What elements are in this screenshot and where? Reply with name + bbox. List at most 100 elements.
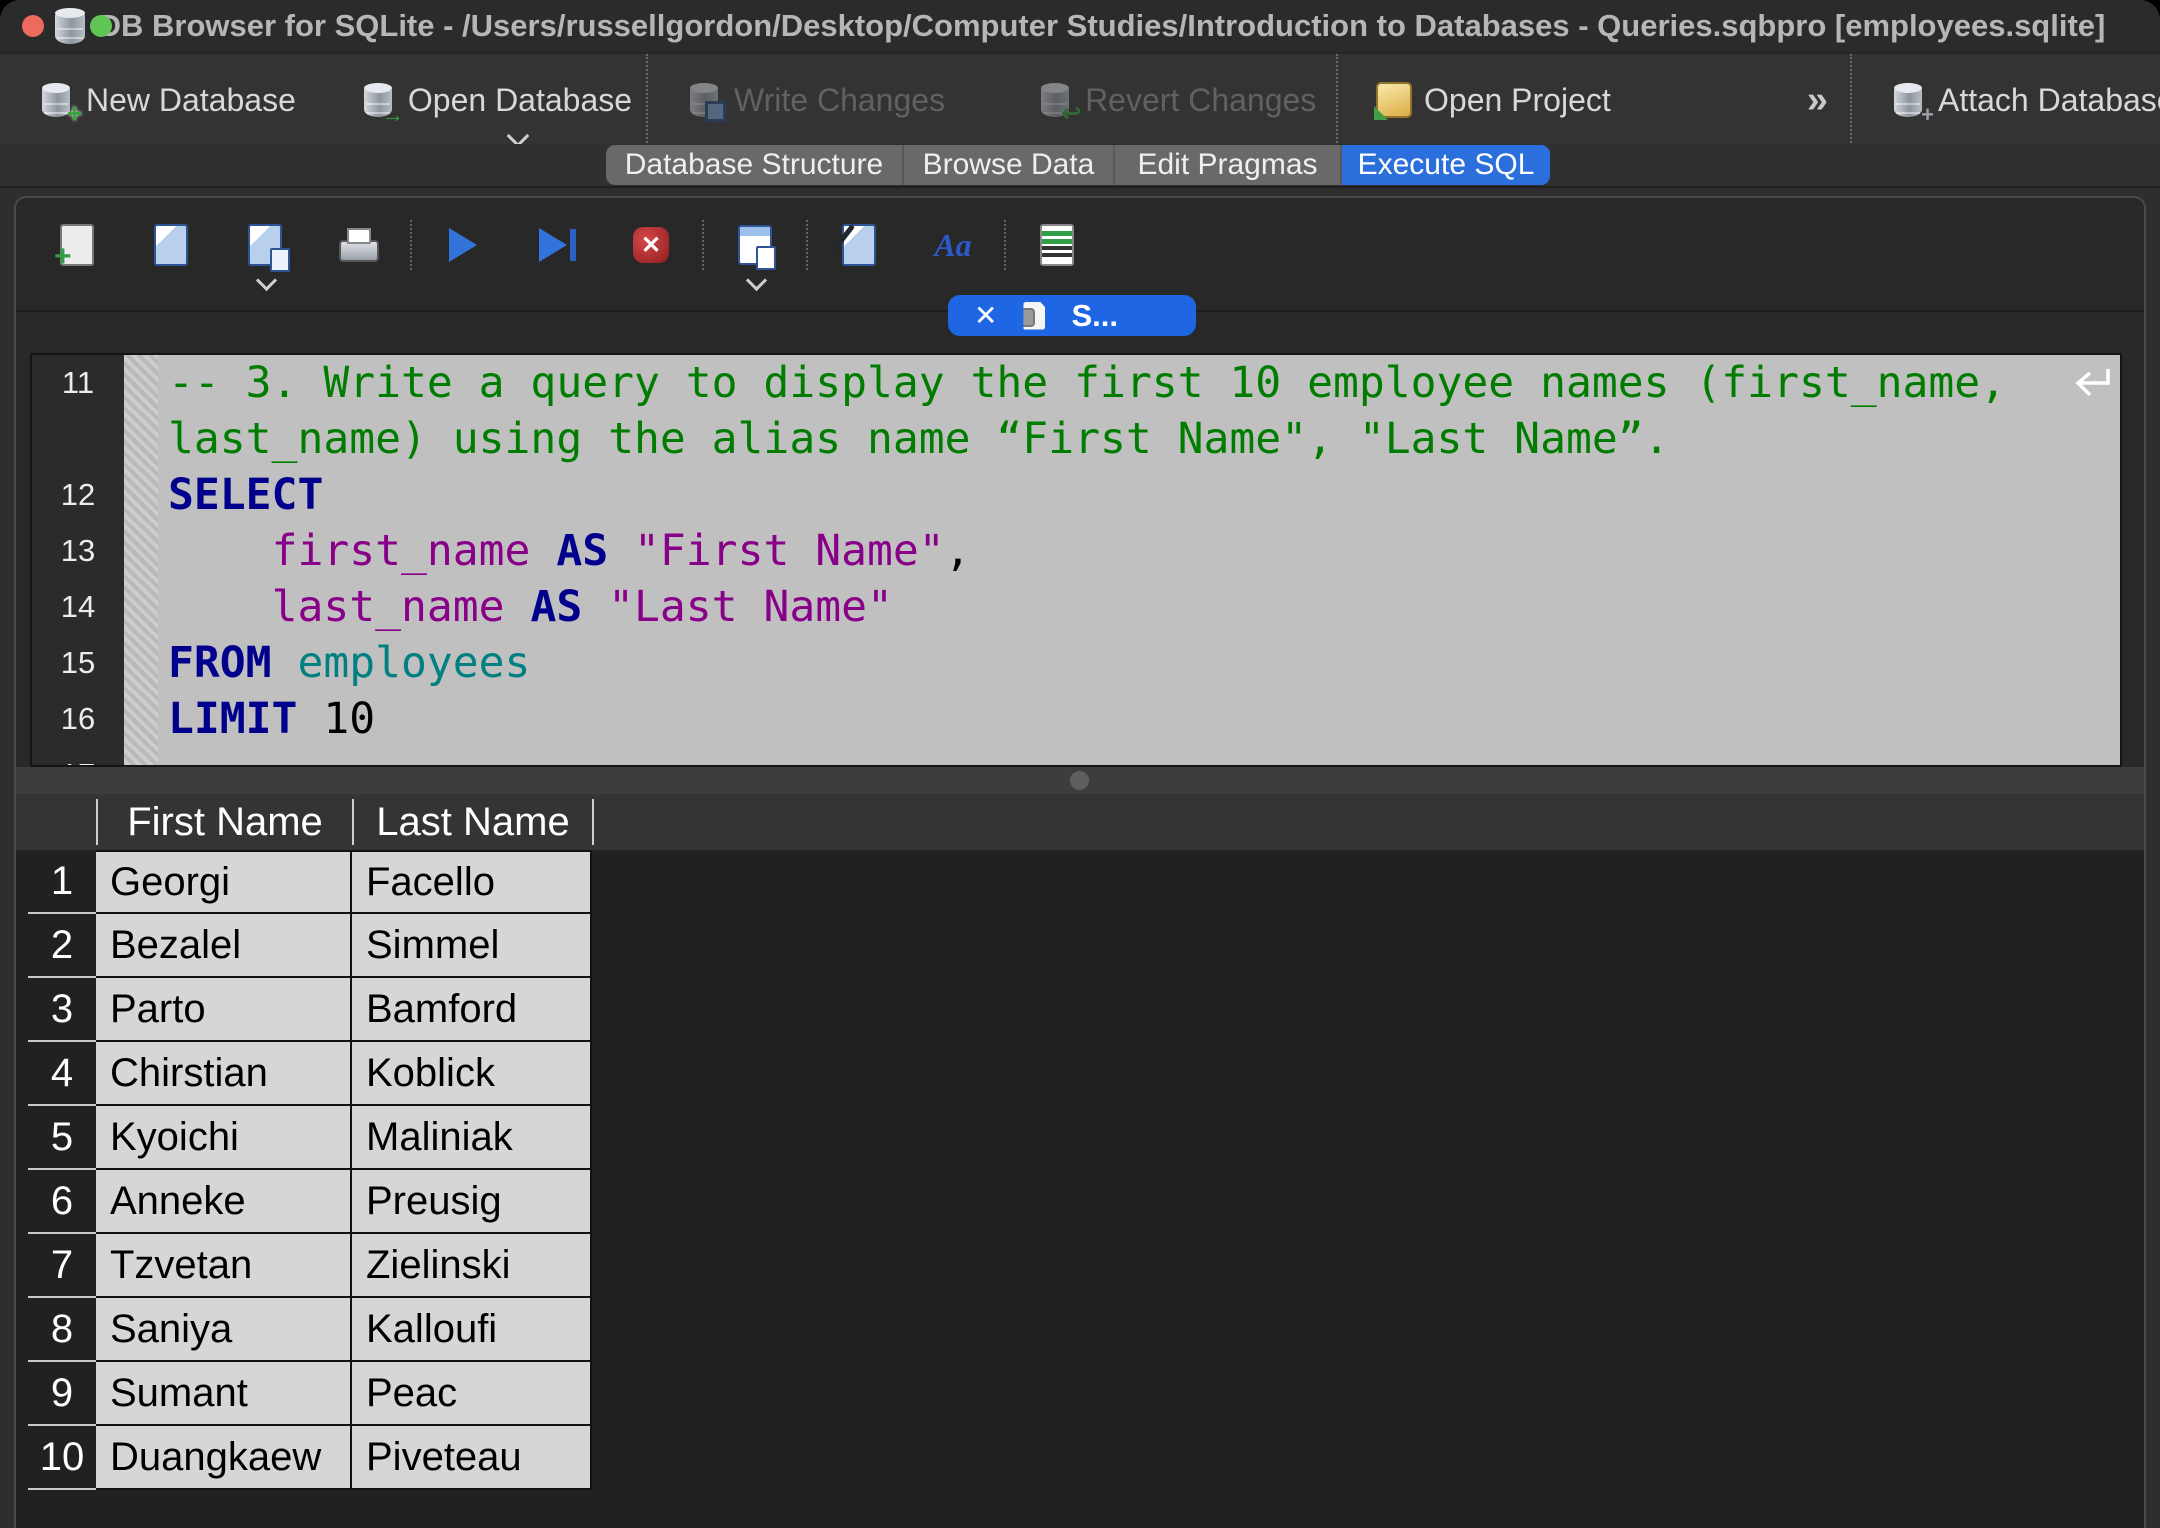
code-text[interactable]: FROM employees (158, 635, 2120, 691)
dropdown-chevron-icon[interactable] (256, 270, 277, 291)
code-token (168, 526, 272, 576)
open-project-button[interactable]: Open Project (1376, 80, 1611, 120)
tab-execute-sql[interactable]: Execute SQL (1342, 145, 1550, 185)
code-token (530, 526, 556, 576)
row-number[interactable]: 3 (28, 978, 96, 1042)
font-format-icon[interactable]: Aa (930, 220, 976, 270)
row-number[interactable]: 4 (28, 1042, 96, 1106)
cell[interactable]: Koblick (352, 1042, 592, 1106)
table-row: 3PartoBamford (28, 978, 592, 1042)
cell[interactable]: Peac (352, 1362, 592, 1426)
code-text[interactable] (158, 747, 2120, 767)
code-text[interactable]: last_name) using the alias name “First N… (158, 411, 2120, 467)
row-number[interactable]: 5 (28, 1106, 96, 1170)
row-number[interactable]: 9 (28, 1362, 96, 1426)
zoom-window-button[interactable] (90, 15, 112, 37)
row-number[interactable]: 8 (28, 1298, 96, 1362)
line-number: 16 (32, 691, 124, 747)
code-line[interactable]: 12 SELECT (32, 467, 2120, 523)
code-line[interactable]: 13 first_name AS "First Name", (32, 523, 2120, 579)
tab-browse-data[interactable]: Browse Data (904, 145, 1115, 185)
cell[interactable]: Facello (352, 850, 592, 914)
fold-margin (124, 691, 158, 747)
code-token (608, 526, 634, 576)
cell[interactable]: Anneke (96, 1170, 352, 1234)
new-database-button[interactable]: New Database (38, 80, 296, 120)
cell[interactable]: Parto (96, 978, 352, 1042)
cell[interactable]: Bezalel (96, 914, 352, 978)
cell[interactable]: Sumant (96, 1362, 352, 1426)
stop-icon[interactable]: ✕ (628, 220, 674, 270)
code-token: -- 3. Write a query to display the first… (168, 358, 2006, 408)
row-number[interactable]: 10 (28, 1426, 96, 1490)
editor-results-splitter[interactable] (16, 767, 2144, 794)
sql-toolbar-group: ✕ (410, 220, 702, 270)
code-token: last_name (272, 582, 505, 632)
sql-editor[interactable]: 11-- 3. Write a query to display the fir… (30, 353, 2122, 767)
tab-edit-pragmas[interactable]: Edit Pragmas (1115, 145, 1342, 185)
code-text[interactable]: LIMIT 10 (158, 691, 2120, 747)
column-header-first-name[interactable]: First Name (98, 794, 352, 850)
cell[interactable]: Preusig (352, 1170, 592, 1234)
open-sql-file-icon[interactable] (148, 220, 194, 270)
fold-margin (124, 747, 158, 767)
code-line[interactable]: last_name) using the alias name “First N… (32, 411, 2120, 467)
cell[interactable]: Georgi (96, 850, 352, 914)
code-line[interactable]: 16 LIMIT 10 (32, 691, 2120, 747)
code-text[interactable]: last_name AS "Last Name" (158, 579, 2120, 635)
cell[interactable]: Simmel (352, 914, 592, 978)
cell[interactable]: Kyoichi (96, 1106, 352, 1170)
cell[interactable]: Kalloufi (352, 1298, 592, 1362)
table-row: 9SumantPeac (28, 1362, 592, 1426)
code-line[interactable]: 11-- 3. Write a query to display the fir… (32, 355, 2120, 411)
line-number: 12 (32, 467, 124, 523)
toolbar-button-label: Open Project (1424, 82, 1611, 119)
save-sql-file-icon[interactable] (242, 220, 288, 270)
tab-database-structure[interactable]: Database Structure (606, 145, 904, 185)
tab-strip: Database StructureBrowse DataEdit Pragma… (0, 144, 2160, 188)
dropdown-chevron-icon[interactable] (746, 270, 767, 291)
cell[interactable]: Piveteau (352, 1426, 592, 1490)
row-number[interactable]: 2 (28, 914, 96, 978)
execute-current-line-icon[interactable] (534, 220, 580, 270)
sql-document-icon (1023, 302, 1045, 330)
cell[interactable]: Zielinski (352, 1234, 592, 1298)
toggle-results-pane-icon[interactable] (1034, 220, 1080, 270)
edit-sql-document-icon[interactable] (836, 220, 882, 270)
database-cylinder-icon (55, 8, 85, 44)
code-line[interactable]: 17 (32, 747, 2120, 767)
code-line[interactable]: 14 last_name AS "Last Name" (32, 579, 2120, 635)
cell[interactable]: Bamford (352, 978, 592, 1042)
open-database-button[interactable]: Open Database (360, 80, 632, 120)
code-text[interactable]: first_name AS "First Name", (158, 523, 2120, 579)
cell[interactable]: Maliniak (352, 1106, 592, 1170)
new-query-tab-icon[interactable] (54, 220, 100, 270)
cell[interactable]: Chirstian (96, 1042, 352, 1106)
close-window-button[interactable] (22, 15, 44, 37)
row-number[interactable]: 1 (28, 850, 96, 914)
row-number[interactable]: 7 (28, 1234, 96, 1298)
attach-database-button[interactable]: Attach Database (1890, 80, 2160, 120)
revert-changes-button[interactable]: Revert Changes (1037, 80, 1316, 120)
execute-all-icon[interactable] (440, 220, 486, 270)
code-line[interactable]: 15FROM employees (32, 635, 2120, 691)
cell[interactable]: Tzvetan (96, 1234, 352, 1298)
column-header-last-name[interactable]: Last Name (354, 794, 592, 850)
code-text[interactable]: SELECT (158, 467, 2120, 523)
line-number: 13 (32, 523, 124, 579)
export-results-icon[interactable] (732, 220, 778, 270)
cell[interactable]: Saniya (96, 1298, 352, 1362)
splitter-handle[interactable] (1070, 771, 1089, 790)
write-changes-button[interactable]: Write Changes (686, 80, 945, 120)
toolbar-button-label: Revert Changes (1085, 82, 1316, 119)
toolbar-button-label: Write Changes (734, 82, 945, 119)
cell[interactable]: Duangkaew (96, 1426, 352, 1490)
sql-document-tab[interactable]: ✕ S... (948, 295, 1196, 336)
table-row: 5KyoichiMaliniak (28, 1106, 592, 1170)
toolbar-overflow-chevron-icon[interactable]: » (1807, 79, 1824, 122)
code-token (272, 638, 298, 688)
row-number[interactable]: 6 (28, 1170, 96, 1234)
close-tab-icon[interactable]: ✕ (974, 302, 997, 330)
code-text[interactable]: -- 3. Write a query to display the first… (158, 355, 2120, 411)
print-icon[interactable] (336, 220, 382, 270)
